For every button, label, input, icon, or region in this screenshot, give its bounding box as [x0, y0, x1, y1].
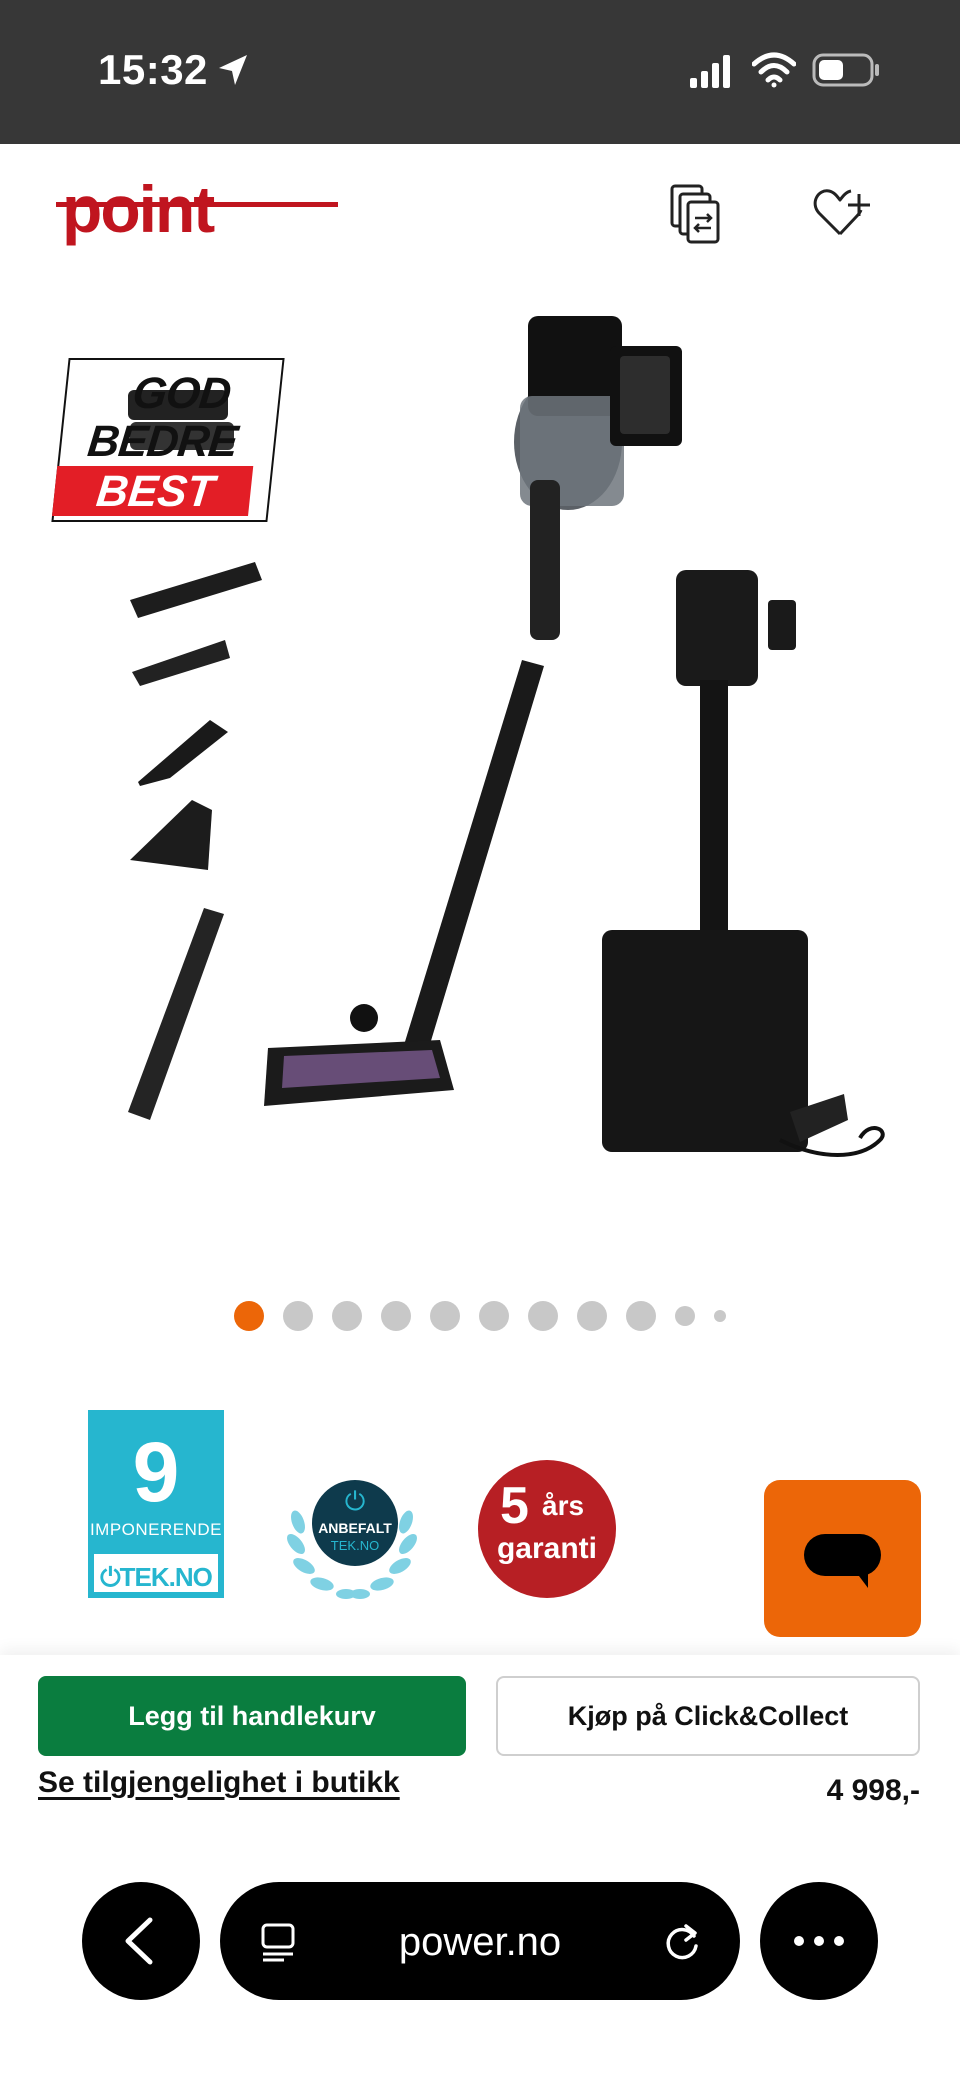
- carousel-dot[interactable]: [283, 1301, 313, 1331]
- point-logo[interactable]: point: [56, 178, 340, 254]
- power-icon: ⏻: [344, 1486, 366, 1516]
- anbefalt-brand: TEK.NO: [330, 1538, 380, 1553]
- more-icon: [794, 1936, 844, 1946]
- wishlist-add-icon[interactable]: [812, 186, 872, 240]
- carousel-dot[interactable]: [430, 1301, 460, 1331]
- badge-line-best: BEST: [94, 467, 217, 516]
- signal-icon: [690, 55, 730, 88]
- badge-line-god: GOD: [130, 369, 233, 418]
- add-to-cart-button[interactable]: Legg til handlekurv: [38, 1676, 466, 1756]
- address-bar[interactable]: power.no: [220, 1882, 740, 2000]
- clean-station: [602, 570, 885, 1157]
- god-bedre-best-badge: GOD BEDRE BEST: [51, 358, 285, 522]
- product-price: 4 998,-: [826, 1774, 920, 1807]
- click-and-collect-button[interactable]: Kjøp på Click&Collect: [496, 1676, 920, 1756]
- carousel-dot[interactable]: [528, 1301, 558, 1331]
- carousel-dot[interactable]: [332, 1301, 362, 1331]
- power-icon: ⏻: [100, 1562, 121, 1592]
- back-button[interactable]: [82, 1882, 200, 2000]
- carousel-dot[interactable]: [479, 1301, 509, 1331]
- svg-text:point: point: [62, 178, 215, 246]
- more-button[interactable]: [760, 1882, 878, 2000]
- location-arrow-icon: [219, 55, 247, 85]
- chat-button[interactable]: [764, 1480, 921, 1637]
- tekno-score-badge: 9 IMPONERENDE ⏻TEK.NO: [88, 1410, 224, 1598]
- status-time: 15:32: [98, 46, 208, 93]
- store-availability-link[interactable]: Se tilgjengelighet i butikk: [38, 1766, 400, 1800]
- status-bar: 15:32: [0, 0, 960, 144]
- warranty-years: 5: [500, 1477, 529, 1535]
- warranty-badge: 5 års garanti: [478, 1460, 616, 1598]
- carousel-dot[interactable]: [381, 1301, 411, 1331]
- warranty-word: garanti: [496, 1532, 598, 1565]
- compare-icon[interactable]: [668, 182, 726, 246]
- carousel-dot[interactable]: [577, 1301, 607, 1331]
- anbefalt-seal: ⏻ ANBEFALT TEK.NO: [312, 1480, 398, 1566]
- badge-line-bedre: BEDRE: [85, 417, 240, 466]
- carousel-dot[interactable]: [714, 1310, 726, 1322]
- tekno-brand: ⏻TEK.NO: [100, 1562, 213, 1592]
- tekno-score: 9: [132, 1425, 180, 1519]
- chat-bubble-icon: [804, 1534, 881, 1588]
- warranty-unit: års: [542, 1490, 585, 1521]
- tekno-verdict: IMPONERENDE: [89, 1520, 223, 1539]
- carousel-dot[interactable]: [234, 1301, 264, 1331]
- tekno-brand-box: ⏻TEK.NO: [92, 1552, 220, 1594]
- carousel-dot[interactable]: [675, 1306, 695, 1326]
- battery-icon: [812, 53, 879, 87]
- carousel-dot[interactable]: [626, 1301, 656, 1331]
- anbefalt-badge: ⏻ ANBEFALT TEK.NO: [282, 1472, 422, 1602]
- anbefalt-label: ANBEFALT: [318, 1520, 392, 1536]
- reload-icon[interactable]: [662, 1920, 702, 1962]
- back-chevron-icon: [125, 1917, 153, 1965]
- wifi-icon: [752, 52, 796, 88]
